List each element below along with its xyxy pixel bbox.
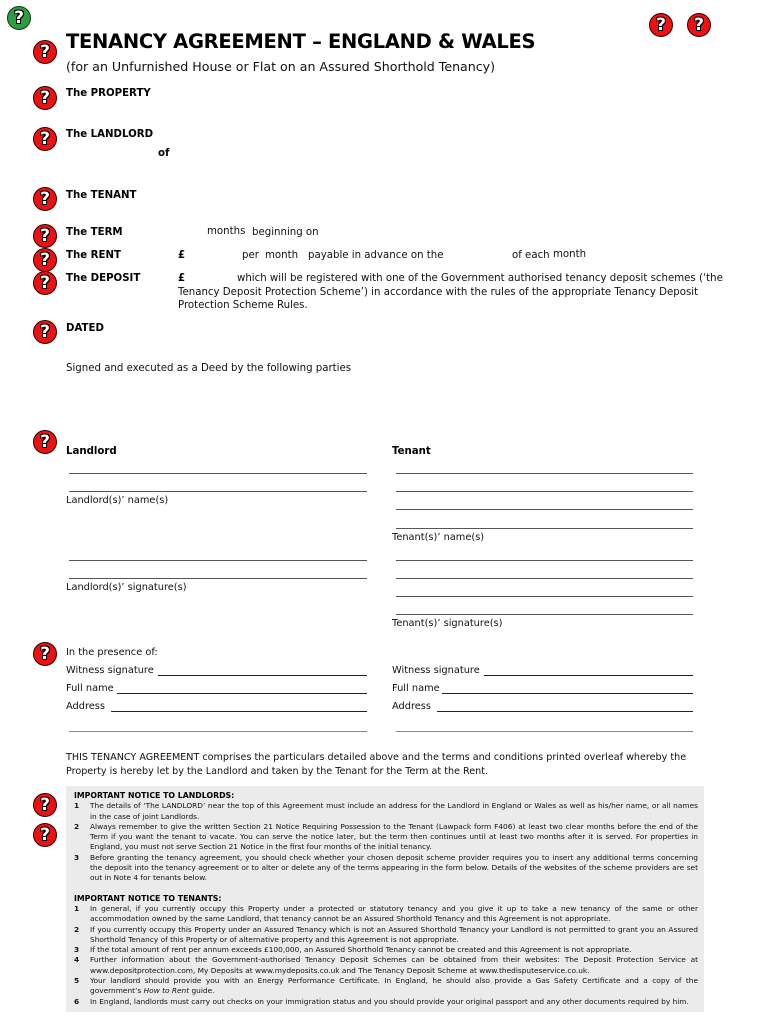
help-icon-notice-1[interactable]: ? [33, 793, 57, 817]
landlord-witness-address-line-1[interactable] [111, 711, 367, 712]
tenant-notice-item: 1 In general, if you currently occupy th… [74, 903, 698, 924]
rent-payable-text: payable in advance on the [308, 250, 444, 261]
tenant-signature-line-2[interactable] [396, 578, 693, 579]
tenant-heading: Tenant [392, 446, 431, 457]
help-icon-rent[interactable]: ? [33, 248, 57, 272]
tenant-notice-item: 4 Further information about the Governme… [74, 955, 698, 975]
landlord-signatures-label: Landlord(s)’ signature(s) [66, 582, 187, 593]
help-icon-tenant[interactable]: ? [33, 187, 57, 211]
landlord-notice-item: 2 Always remember to give the written Se… [74, 821, 698, 852]
tenant-witness-address-label: Address [392, 701, 432, 712]
tenant-label: The TENANT [66, 190, 137, 201]
help-icon-top-right-1[interactable]: ? [649, 13, 673, 37]
help-icon-landlord[interactable]: ? [33, 127, 57, 151]
landlords-notice-heading: IMPORTANT NOTICE TO LANDLORDS: [74, 791, 235, 800]
tenant-name-line-3[interactable] [396, 509, 693, 510]
landlord-name-line-2[interactable] [69, 491, 367, 492]
landlord-signature-line-2[interactable] [69, 578, 367, 579]
statement-line-2: Property is hereby let by the Landlord a… [66, 766, 489, 777]
tenant-signature-line-1[interactable] [396, 560, 693, 561]
tenant-notice-item: 2 If you currently occupy this Property … [74, 924, 698, 944]
page-title: TENANCY AGREEMENT – ENGLAND & WALES [66, 30, 536, 53]
important-notices-box: IMPORTANT NOTICE TO LANDLORDS: 1 The det… [66, 786, 704, 1012]
landlord-notice-item: 1 The details of ‘The LANDLORD’ near the… [74, 801, 698, 821]
page-subtitle: (for an Unfurnished House or Flat on an … [66, 59, 496, 74]
deposit-text-line-2: Tenancy Deposit Protection Scheme’) in a… [178, 287, 699, 298]
term-beginning-text: beginning on [252, 227, 319, 238]
landlord-witness-signature-label: Witness signature [66, 665, 154, 676]
help-icon-term[interactable]: ? [33, 224, 57, 248]
landlord-witness-signature-line[interactable] [158, 675, 367, 676]
tenant-notice-item: 3 If the total amount of rent per annum … [74, 945, 632, 955]
help-icon-property[interactable]: ? [33, 86, 57, 110]
statement-line-1: THIS TENANCY AGREEMENT comprises the par… [66, 752, 687, 763]
notice-text-how-to-rent: Your landlord should provide you with an… [90, 976, 698, 996]
tenants-notice-heading: IMPORTANT NOTICE TO TENANTS: [74, 893, 222, 903]
deposit-text-line-3: Protection Scheme Rules. [178, 300, 308, 311]
tenant-witness-address-line-2[interactable] [396, 731, 693, 732]
tenant-name-line-1[interactable] [396, 473, 693, 474]
help-icon-general[interactable]: ? [7, 6, 31, 30]
tenant-signatures-label: Tenant(s)’ signature(s) [392, 618, 503, 629]
landlord-heading: Landlord [66, 446, 117, 457]
help-icon-notice-2[interactable]: ? [33, 823, 57, 847]
property-label: The PROPERTY [66, 88, 151, 99]
landlord-signature-line-1[interactable] [69, 560, 367, 561]
rent-per-text: per [242, 250, 259, 261]
help-icon-deposit[interactable]: ? [33, 271, 57, 295]
presence-label: In the presence of: [66, 647, 158, 658]
tenant-witness-signature-label: Witness signature [392, 665, 480, 676]
landlord-witness-address-line-2[interactable] [69, 731, 367, 732]
landlord-witness-fullname-line[interactable] [117, 693, 367, 694]
term-months-text: months [207, 226, 246, 237]
landlord-label: The LANDLORD [66, 129, 154, 140]
signing-intro: Signed and executed as a Deed by the fol… [66, 363, 352, 374]
landlord-names-label: Landlord(s)’ name(s) [66, 495, 169, 506]
tenant-names-label: Tenant(s)’ name(s) [392, 532, 485, 543]
dated-label: DATED [66, 323, 104, 334]
rent-label: The RENT [66, 250, 121, 261]
term-label: The TERM [66, 227, 123, 238]
help-icon-signatures[interactable]: ? [33, 430, 57, 454]
deposit-text-line-1: which will be registered with one of the… [237, 273, 723, 284]
tenant-signature-line-4[interactable] [396, 614, 693, 615]
tenant-name-line-4[interactable] [396, 528, 693, 529]
tenant-witness-address-line-1[interactable] [437, 711, 693, 712]
landlord-witness-fullname-label: Full name [66, 683, 114, 694]
tenant-notice-item: 6 In England, landlords must carry out c… [74, 996, 689, 1006]
help-icon-witness[interactable]: ? [33, 642, 57, 666]
tenant-name-line-2[interactable] [396, 491, 693, 492]
tenant-witness-signature-line[interactable] [484, 675, 693, 676]
tenant-witness-fullname-line[interactable] [442, 693, 693, 694]
landlord-name-line-1[interactable] [69, 473, 367, 474]
tenant-signature-line-3[interactable] [396, 596, 693, 597]
rent-each-period-text: month [553, 249, 587, 260]
help-icon-title[interactable]: ? [33, 40, 57, 64]
tenant-notice-item: 5 Your landlord should provide you with … [74, 976, 698, 996]
landlord-witness-address-label: Address [66, 701, 106, 712]
rent-of-each-text: of each [512, 250, 550, 261]
landlord-notice-item: 3 Before granting the tenancy agreement,… [74, 852, 698, 883]
tenant-witness-fullname-label: Full name [392, 683, 440, 694]
rent-period-text: month [265, 250, 299, 261]
help-icon-dated[interactable]: ? [33, 320, 57, 344]
landlord-of-label: of [158, 148, 170, 159]
deposit-label: The DEPOSIT [66, 273, 141, 284]
deposit-currency: £ [178, 273, 186, 284]
rent-currency: £ [178, 250, 186, 261]
help-icon-top-right-2[interactable]: ? [687, 13, 711, 37]
